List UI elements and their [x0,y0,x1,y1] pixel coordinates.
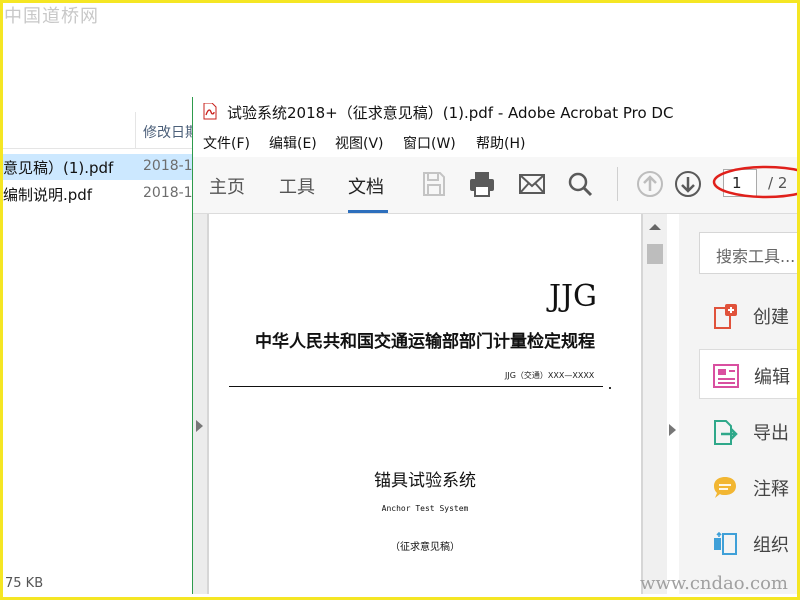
toolbar-separator [617,167,618,201]
doc-dot [609,387,611,389]
pdf-page[interactable]: JJG 中华人民共和国交通运输部部门计量检定规程 JJG（交通）XXX—XXXX… [209,214,641,594]
file-name: 意见稿）(1).pdf [3,159,114,177]
doc-name-english: Anchor Test System [381,504,469,513]
column-date-modified[interactable]: 修改日期 [143,122,199,142]
file-explorer: 修改日期 意见稿）(1).pdf 2018-1 编制说明.pdf 2018-1 … [3,100,199,594]
toolbar: 主页 工具 文档 1 / 2 [193,157,800,214]
file-date: 2018-1 [143,158,193,174]
explorer-column-header: 修改日期 [3,112,199,149]
email-icon[interactable] [517,169,547,199]
expand-left-arrow-icon[interactable] [196,420,203,432]
tool-comment[interactable]: 注释 [699,462,800,512]
tool-label: 导出 [753,423,789,444]
watermark-bottom-right: www.cndao.com [640,573,788,594]
collapse-right-arrow-icon[interactable] [669,424,676,436]
tab-document[interactable]: 文档 [348,173,384,199]
search-tools-input[interactable]: 搜索工具... [699,232,800,274]
window-title: 试验系统2018+（征求意见稿）(1).pdf - Adobe Acrobat … [227,104,674,122]
doc-title: 中华人民共和国交通运输部部门计量检定规程 [255,332,595,352]
menu-view[interactable]: 视图(V) [335,133,384,153]
file-row[interactable]: 意见稿）(1).pdf 2018-1 [3,154,193,180]
edit-pdf-icon [713,364,739,388]
menu-help[interactable]: 帮助(H) [476,133,525,153]
file-row[interactable]: 编制说明.pdf 2018-1 [3,181,193,207]
tool-label: 组织 [753,535,789,556]
menu-window[interactable]: 窗口(W) [403,133,456,153]
doc-code-mark: JJG [549,279,598,314]
create-pdf-icon [714,304,737,329]
pdf-file-icon [203,103,217,120]
scroll-up-arrow-icon[interactable] [649,224,661,230]
right-pane-toggle[interactable] [667,214,679,594]
organize-pages-icon [714,531,737,555]
page-down-icon[interactable] [673,169,703,199]
tab-tools[interactable]: 工具 [279,173,315,199]
tool-label: 创建 [753,307,789,328]
status-size: 75 KB [5,576,44,591]
doc-name: 锚具试验系统 [374,471,476,491]
column-divider[interactable] [135,112,136,148]
tool-export-pdf[interactable]: 导出 [699,406,800,456]
tools-pane: 搜索工具... 创建 编辑 导出 注释 组织 [679,214,800,594]
tool-organize-pages[interactable]: 组织 [699,518,800,568]
search-icon[interactable] [565,169,595,199]
left-pane-toggle[interactable] [193,214,207,594]
vertical-scrollbar[interactable] [643,214,667,594]
tool-create-pdf[interactable]: 创建 [699,290,800,340]
export-pdf-icon [714,420,738,445]
acrobat-window: 试验系统2018+（征求意见稿）(1).pdf - Adobe Acrobat … [192,97,800,594]
doc-standard-code: JJG（交通）XXX—XXXX [505,371,595,380]
watermark-top-left: 中国道桥网 [4,6,99,27]
print-icon[interactable] [467,169,497,199]
menu-file[interactable]: 文件(F) [203,133,250,153]
active-tab-indicator [348,210,388,213]
menu-edit[interactable]: 编辑(E) [269,133,317,153]
tool-label: 注释 [753,479,789,500]
title-bar[interactable]: 试验系统2018+（征求意见稿）(1).pdf - Adobe Acrobat … [193,97,798,127]
page-up-icon[interactable] [635,169,665,199]
comment-icon [714,477,736,498]
tool-edit-pdf[interactable]: 编辑 [699,349,800,399]
scroll-thumb[interactable] [647,244,663,264]
file-name: 编制说明.pdf [3,186,93,204]
doc-draft-label: （征求意见稿） [390,542,460,553]
file-date: 2018-1 [143,185,193,201]
tool-label: 编辑 [754,367,790,388]
tab-home[interactable]: 主页 [209,173,245,199]
save-icon[interactable] [419,169,449,199]
red-annotation-ellipse [712,165,800,199]
doc-divider [229,386,603,387]
